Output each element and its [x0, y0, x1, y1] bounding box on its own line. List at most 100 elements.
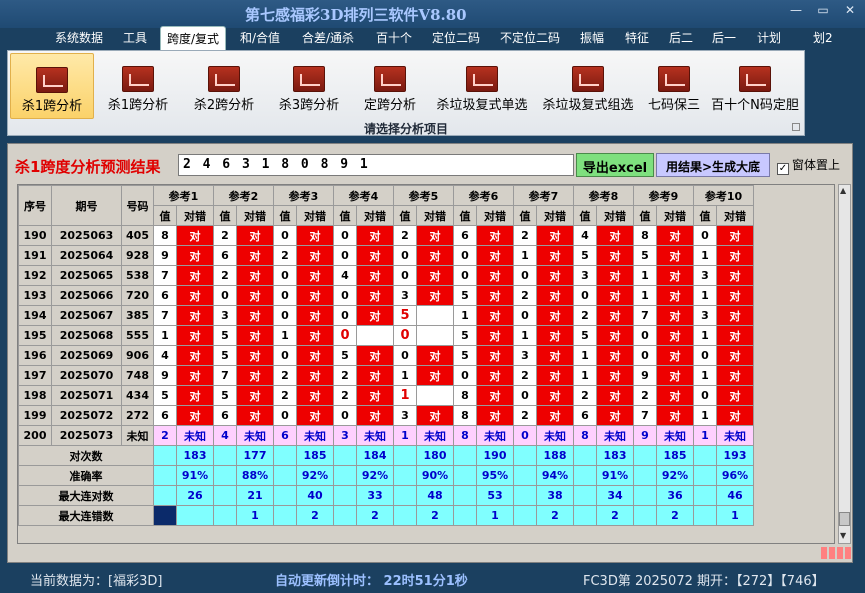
ribbon-kill1-span-b[interactable]: 杀1跨分析: [98, 53, 178, 119]
stat-value: 183: [596, 445, 634, 466]
row-seq: 200: [18, 425, 52, 446]
menu-fixed-two[interactable]: 定位二码: [432, 29, 480, 46]
stat-spacer: [453, 505, 477, 526]
ref-value: 1: [693, 285, 717, 306]
ribbon-junk-group[interactable]: 杀垃圾复式组选: [537, 53, 639, 119]
stat-spacer: [573, 505, 597, 526]
ref-result-right: 对: [656, 305, 694, 326]
ribbon-kill2-span[interactable]: 杀2跨分析: [184, 53, 264, 119]
stat-spacer: [153, 505, 177, 526]
header-ref[interactable]: 参考8: [573, 185, 634, 206]
analysis-grid[interactable]: 序号 期号 号码 参考1 参考2 参考3 参考4 参考5 参考6 参考7 参考8…: [17, 184, 835, 544]
menu-last-two[interactable]: 后二: [669, 29, 693, 46]
ribbon-n-code-dan[interactable]: 百十个N码定胆: [708, 53, 802, 119]
ribbon-kill1-span-a[interactable]: 杀1跨分析: [10, 53, 94, 119]
ref-result-right: 对: [296, 245, 334, 266]
menu-hundreds-tens-units[interactable]: 百十个: [376, 29, 412, 46]
stat-value: [176, 505, 214, 526]
ref-result-right: 对: [176, 365, 214, 386]
menu-system-data[interactable]: 系统数据: [55, 29, 103, 46]
header-ref[interactable]: 参考5: [393, 185, 454, 206]
close-button[interactable]: ✕: [840, 3, 860, 17]
table-row[interactable]: 193 2025066 720 6 对 0 对 0 对 0 对 3 对 5 对 2 对 0 对 1 对 1 对: [18, 285, 754, 306]
table-row[interactable]: 199 2025072 272 6 对 6 对 0 对 0 对 3 对 8 对 2 对 6 对 7 对 1 对: [18, 405, 754, 426]
table-row[interactable]: 192 2025065 538 7 对 2 对 0 对 4 对 0 对 0 对 0 对 3 对 1 对 3 对: [18, 265, 754, 286]
table-row[interactable]: 195 2025068 555 1 对 5 对 1 对 0 0 5 对 1 对 5 对 0 对 1 对: [18, 325, 754, 346]
menu-plan[interactable]: 计划: [757, 29, 781, 46]
menu-amplitude[interactable]: 振幅: [580, 29, 604, 46]
menu-diff-kill[interactable]: 合差/通杀: [302, 29, 354, 46]
window-topmost-checkbox[interactable]: ✓ 窗体置上: [777, 156, 840, 175]
stat-value: 40: [296, 485, 334, 506]
stat-spacer: [273, 465, 297, 486]
ref-value: 0: [513, 385, 537, 406]
status-countdown: 自动更新倒计时： 22时51分1秒: [275, 574, 468, 589]
table-row[interactable]: 194 2025067 385 7 对 3 对 0 对 0 对 5 1 对 0 对 2 对 7 对 3 对: [18, 305, 754, 326]
header-period[interactable]: 期号: [51, 185, 122, 226]
ref-value: 1: [453, 305, 477, 326]
table-row-pending[interactable]: 200 2025073 未知 2 未知 4 未知 6 未知 3 未知 1 未知 8 未知 0 未知 8 未知 9 未知 1…: [18, 425, 754, 446]
header-ref[interactable]: 参考1: [153, 185, 214, 206]
menu-features[interactable]: 特征: [625, 29, 649, 46]
header-ref[interactable]: 参考9: [633, 185, 694, 206]
ribbon-kill3-span[interactable]: 杀3跨分析: [269, 53, 349, 119]
table-row[interactable]: 190 2025063 405 8 对 2 对 0 对 0 对 2 对 6 对 2 对 4 对 8 对 0 对: [18, 225, 754, 246]
menu-unfixed-two[interactable]: 不定位二码: [500, 29, 560, 46]
ref-result-right: 对: [716, 385, 754, 406]
table-row[interactable]: 197 2025070 748 9 对 7 对 2 对 2 对 1 对 0 对 2 对 1 对 9 对 1 对: [18, 365, 754, 386]
header-ref[interactable]: 参考10: [693, 185, 754, 206]
export-excel-button[interactable]: 导出excel: [576, 153, 654, 177]
menu-tools[interactable]: 工具: [123, 29, 147, 46]
ref-value: 2: [333, 365, 357, 386]
vertical-scrollbar[interactable]: ▲ ▼: [838, 184, 851, 544]
result-field[interactable]: 2 4 6 3 1 8 0 8 9 1: [178, 154, 574, 176]
header-result: 对错: [356, 205, 394, 226]
stat-value: 180: [416, 445, 454, 466]
ref-value: 9: [633, 365, 657, 386]
ref-result-right: 对: [596, 385, 634, 406]
ref-result-right: 对: [596, 305, 634, 326]
menu-plan-2[interactable]: 划2: [813, 29, 833, 46]
stat-row: 对次数 183 177 185 184 180 190 188 183 185 193: [18, 445, 754, 466]
ref-value: 0: [693, 385, 717, 406]
ribbon-launcher-icon[interactable]: [792, 123, 800, 131]
ref-value: 8: [153, 225, 177, 246]
header-result: 对错: [296, 205, 334, 226]
menu-span-combo[interactable]: 跨度/复式: [160, 26, 227, 50]
minimize-button[interactable]: —: [786, 3, 806, 17]
scroll-thumb[interactable]: [839, 512, 850, 526]
ref-result-wrong: [416, 325, 454, 346]
menu-last-one[interactable]: 后一: [712, 29, 736, 46]
header-ref[interactable]: 参考6: [453, 185, 514, 206]
table-row[interactable]: 196 2025069 906 4 对 5 对 0 对 5 对 0 对 5 对 3 对 1 对 0 对 0 对: [18, 345, 754, 366]
menu-sum[interactable]: 和/合值: [240, 29, 280, 46]
restore-button[interactable]: ▭: [813, 3, 833, 17]
stat-value: 190: [476, 445, 514, 466]
ref-result-right: 对: [236, 225, 274, 246]
scroll-up-icon[interactable]: ▲: [840, 186, 846, 195]
header-ref[interactable]: 参考2: [213, 185, 274, 206]
ref-result-right: 对: [716, 285, 754, 306]
header-ref[interactable]: 参考7: [513, 185, 574, 206]
stat-value: 2: [416, 505, 454, 526]
ribbon-fixed-span[interactable]: 定跨分析: [354, 53, 426, 119]
stat-value: 26: [176, 485, 214, 506]
header-number[interactable]: 号码: [121, 185, 154, 226]
ref-result-right: 对: [356, 225, 394, 246]
ref-value: 0: [273, 285, 297, 306]
header-ref[interactable]: 参考4: [333, 185, 394, 206]
checkbox-box[interactable]: ✓: [777, 163, 789, 175]
stat-value: 92%: [356, 465, 394, 486]
stat-value: 33: [356, 485, 394, 506]
table-row[interactable]: 198 2025071 434 5 对 5 对 2 对 2 对 1 8 对 0 对 2 对 2 对 0 对: [18, 385, 754, 406]
ribbon-seven-code[interactable]: 七码保三: [643, 53, 705, 119]
status-bar: 当前数据为：[福彩3D] 自动更新倒计时： 22时51分1秒 FC3D第 202…: [0, 565, 865, 593]
ribbon-junk-single[interactable]: 杀垃圾复式单选: [431, 53, 533, 119]
header-ref[interactable]: 参考3: [273, 185, 334, 206]
table-row[interactable]: 191 2025064 928 9 对 6 对 2 对 0 对 0 对 0 对 1 对 5 对 5 对 1 对: [18, 245, 754, 266]
row-period: 2025067: [51, 305, 122, 326]
scroll-down-icon[interactable]: ▼: [840, 531, 846, 540]
stat-spacer: [333, 485, 357, 506]
header-seq[interactable]: 序号: [18, 185, 52, 226]
generate-base-button[interactable]: 用结果>生成大底: [656, 153, 770, 177]
